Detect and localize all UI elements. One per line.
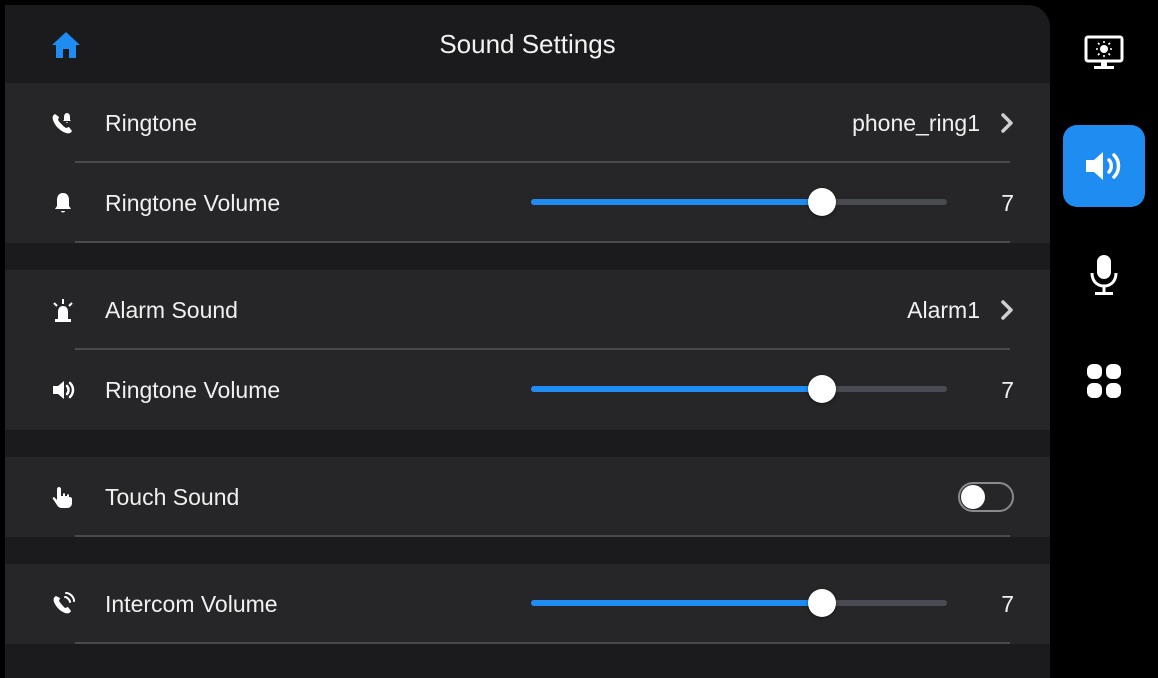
ringtone-volume-value: 7 — [1001, 190, 1014, 216]
speaker-icon — [1086, 152, 1121, 180]
intercom-volume-row: Intercom Volume 7 — [5, 564, 1050, 644]
chevron-right-icon[interactable] — [1000, 299, 1014, 321]
slider-fill — [531, 199, 823, 205]
hand-tap-icon — [52, 487, 72, 508]
alarm-volume-value: 7 — [1001, 377, 1014, 403]
intercom-volume-value: 7 — [1001, 591, 1014, 617]
alarm-volume-row: Ringtone Volume 7 — [5, 350, 1050, 430]
divider — [75, 241, 1010, 243]
intercom-volume-label: Intercom Volume — [105, 591, 278, 617]
chevron-right-icon[interactable] — [1000, 112, 1014, 134]
page-title: Sound Settings — [439, 29, 616, 59]
ringtone-value[interactable]: phone_ring1 — [852, 110, 980, 137]
sound-settings-button[interactable] — [1063, 125, 1145, 207]
alarm-sound-row[interactable]: Alarm Sound Alarm1 — [5, 270, 1050, 350]
speaker-icon — [53, 381, 75, 399]
ringtone-row[interactable]: Ringtone phone_ring1 — [5, 83, 1050, 163]
apps-button[interactable] — [1063, 340, 1145, 422]
alarm-group: Alarm Sound Alarm1 Ringtone Volume 7 — [5, 270, 1050, 430]
phone-ring-icon — [52, 113, 72, 134]
touch-sound-row: Touch Sound — [5, 457, 1050, 537]
phone-wave-icon — [53, 592, 75, 614]
intercom-group: Intercom Volume 7 — [5, 564, 1050, 644]
slider-knob[interactable] — [808, 375, 837, 403]
divider — [75, 642, 1010, 644]
toggle-knob — [961, 485, 985, 509]
apps-grid-icon — [1087, 364, 1121, 398]
ringtone-volume-label: Ringtone Volume — [105, 190, 281, 216]
slider-fill — [531, 386, 823, 392]
side-nav — [1050, 0, 1158, 678]
slider-knob[interactable] — [808, 188, 837, 216]
microphone-settings-button[interactable] — [1063, 234, 1145, 316]
settings-panel: Sound Settings Ringtone phone_ring1 Ring… — [5, 5, 1050, 678]
ringtone-group: Ringtone phone_ring1 Ringtone Volume 7 — [5, 83, 1050, 243]
alarm-volume-label: Ringtone Volume — [105, 377, 281, 403]
display-brightness-icon — [1084, 35, 1124, 69]
alarm-sound-value[interactable]: Alarm1 — [907, 297, 980, 324]
ringtone-volume-slider[interactable] — [531, 188, 947, 216]
intercom-volume-slider[interactable] — [531, 589, 947, 617]
display-settings-button[interactable] — [1063, 12, 1145, 94]
alarm-volume-slider[interactable] — [531, 375, 947, 403]
microphone-icon — [1090, 255, 1118, 295]
touch-sound-toggle[interactable] — [958, 482, 1014, 512]
touch-group: Touch Sound — [5, 457, 1050, 537]
slider-fill — [531, 600, 823, 606]
divider — [75, 535, 1010, 537]
bell-icon — [55, 193, 71, 213]
alarm-light-icon — [53, 299, 73, 322]
slider-knob[interactable] — [808, 589, 837, 617]
ringtone-volume-row: Ringtone Volume 7 — [5, 163, 1050, 243]
touch-sound-label: Touch Sound — [105, 484, 240, 510]
alarm-sound-label: Alarm Sound — [105, 297, 238, 323]
header: Sound Settings — [5, 5, 1050, 83]
ringtone-label: Ringtone — [105, 110, 198, 136]
